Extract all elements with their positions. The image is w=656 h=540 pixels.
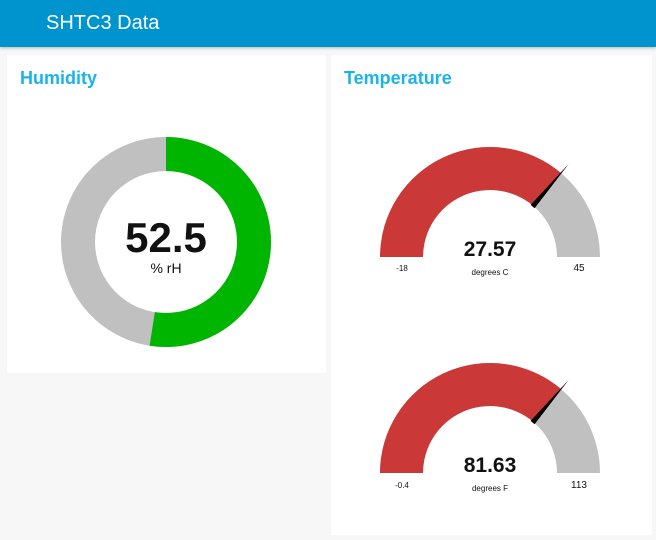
temperature-card: Temperature 27.57 degrees C -18 45 81.63… bbox=[331, 55, 652, 535]
humidity-card: Humidity 52.5 % rH bbox=[7, 55, 326, 373]
humidity-unit: % rH bbox=[150, 260, 181, 276]
celsius-min-label: -18 bbox=[396, 264, 408, 273]
humidity-value: 52.5 bbox=[125, 214, 207, 261]
fahrenheit-value: 81.63 bbox=[464, 454, 517, 477]
fahrenheit-min-label: -0.4 bbox=[395, 481, 409, 490]
celsius-unit: degrees C bbox=[472, 268, 509, 277]
fahrenheit-max-label: 113 bbox=[571, 480, 587, 491]
fahrenheit-unit: degrees F bbox=[472, 484, 508, 493]
humidity-donut-gauge: 52.5 % rH bbox=[60, 137, 271, 347]
celsius-value: 27.57 bbox=[464, 238, 517, 261]
celsius-max-label: 45 bbox=[573, 263, 585, 274]
app-title: SHTC3 Data bbox=[46, 12, 160, 34]
temperature-fahrenheit-gauge: 81.63 degrees F -0.4 113 bbox=[380, 362, 600, 493]
temperature-gauges: 27.57 degrees C -18 45 81.63 degrees F -… bbox=[380, 147, 600, 493]
temperature-celsius-gauge: 27.57 degrees C -18 45 bbox=[380, 147, 600, 277]
app-header: SHTC3 Data bbox=[0, 0, 656, 47]
